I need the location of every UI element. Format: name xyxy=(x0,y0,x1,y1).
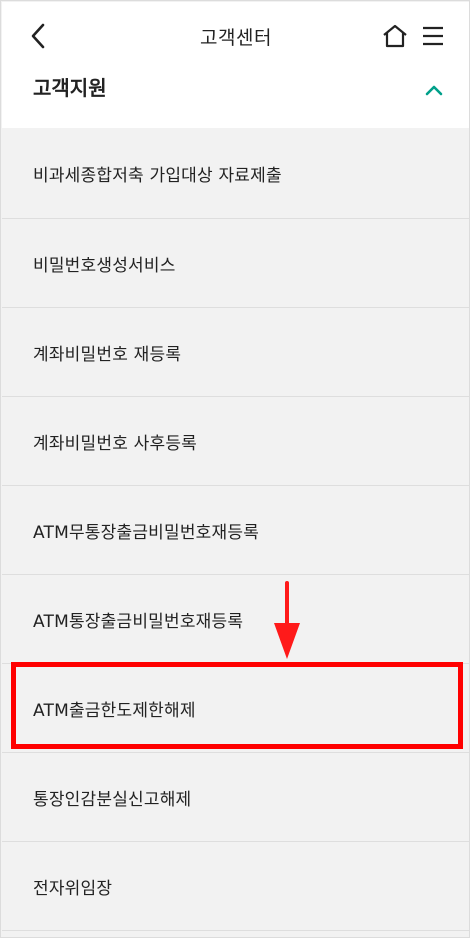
list-item-atm-withdrawal-limit-release[interactable]: ATM출금한도제한해제 xyxy=(2,664,469,753)
list-item-tax-exempt-savings[interactable]: 비과세종합저축 가입대상 자료제출 xyxy=(2,128,469,219)
list-item-label: ATM출금한도제한해제 xyxy=(33,700,196,721)
list-item-atm-cardless-withdrawal-password[interactable]: ATM무통장출금비밀번호재등록 xyxy=(2,486,469,575)
home-button[interactable] xyxy=(380,22,410,50)
hamburger-menu-icon xyxy=(423,26,443,46)
app-frame: 고객센터 고객지원 비과세종합저축 가입대상 자료제출 비밀번호생성서비스 계좌… xyxy=(0,0,470,938)
page-title: 고객센터 xyxy=(200,26,272,49)
back-button[interactable] xyxy=(24,20,52,52)
list-item-account-password-post-register[interactable]: 계좌비밀번호 사후등록 xyxy=(2,397,469,486)
list-item-label: ATM무통장출금비밀번호재등록 xyxy=(33,522,260,543)
home-icon xyxy=(383,24,407,48)
list-item-seal-loss-report-release[interactable]: 통장인감분실신고해제 xyxy=(2,753,469,842)
list-item-password-generation[interactable]: 비밀번호생성서비스 xyxy=(2,219,469,308)
section-title: 고객지원 xyxy=(33,76,107,100)
list-item-label: 계좌비밀번호 재등록 xyxy=(33,344,182,365)
support-menu-list: 비과세종합저축 가입대상 자료제출 비밀번호생성서비스 계좌비밀번호 재등록 계… xyxy=(2,128,469,931)
list-item-label: 계좌비밀번호 사후등록 xyxy=(33,433,198,454)
list-item-electronic-power-of-attorney[interactable]: 전자위임장 xyxy=(2,842,469,931)
list-item-label: 비과세종합저축 가입대상 자료제출 xyxy=(33,165,282,186)
chevron-left-icon xyxy=(31,23,45,49)
list-item-label: 전자위임장 xyxy=(33,878,113,899)
top-header: 고객센터 xyxy=(2,2,469,70)
section-header[interactable]: 고객지원 xyxy=(2,70,469,128)
collapse-button[interactable] xyxy=(422,80,446,100)
list-item-atm-passbook-withdrawal-password[interactable]: ATM통장출금비밀번호재등록 xyxy=(2,575,469,664)
list-item-label: 비밀번호생성서비스 xyxy=(33,255,176,276)
list-item-account-password-reregister[interactable]: 계좌비밀번호 재등록 xyxy=(2,308,469,397)
list-item-label: ATM통장출금비밀번호재등록 xyxy=(33,611,244,632)
menu-button[interactable] xyxy=(419,22,447,50)
list-item-label: 통장인감분실신고해제 xyxy=(33,789,192,810)
chevron-up-icon xyxy=(425,85,443,96)
